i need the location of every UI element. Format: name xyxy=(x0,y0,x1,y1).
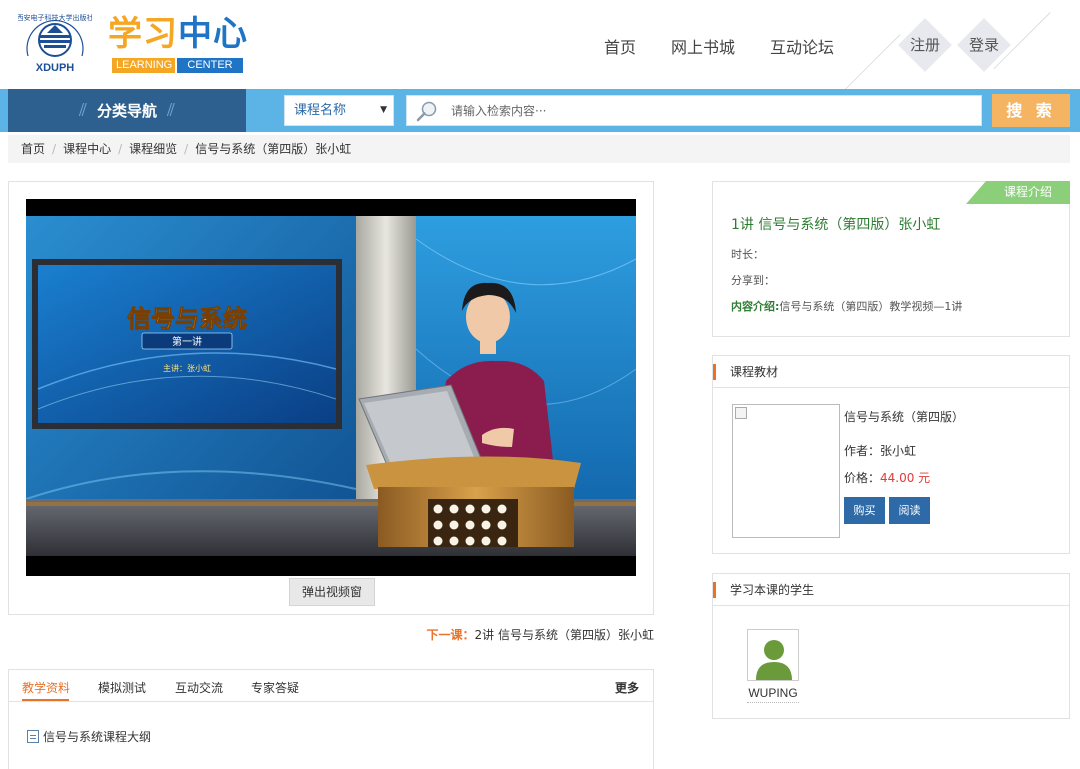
slash-decoration-left: ⫽ xyxy=(78,100,87,121)
students-panel: 学习本课的学生 WUPING xyxy=(712,573,1070,719)
students-heading: 学习本课的学生 xyxy=(713,574,1069,606)
logo-en-part1: LEARNING xyxy=(112,58,175,73)
video-frame: 信号与系统 第一讲 主讲：张小虹 xyxy=(26,199,636,576)
breadcrumb-home[interactable]: 首页 xyxy=(21,142,45,156)
slide-title: 信号与系统 xyxy=(127,305,247,333)
buy-button[interactable]: 购买 xyxy=(844,497,885,524)
decorative-divider xyxy=(843,34,901,92)
learning-center-logo[interactable]: 学习中心 xyxy=(108,14,248,54)
nav-bookstore[interactable]: 网上书城 xyxy=(671,34,735,58)
search-bar: ⫽ 分类导航 ⫽ 课程名称 ▼ 搜 索 xyxy=(0,89,1080,132)
price-label: 价格： xyxy=(844,471,881,485)
course-intro-flag: 课程介绍 xyxy=(966,181,1070,204)
student-avatar[interactable] xyxy=(747,629,799,681)
search-icon[interactable] xyxy=(415,100,439,122)
next-lesson-title: 2讲 信号与系统（第四版）张小虹 xyxy=(474,628,654,642)
share-label: 分享到： xyxy=(731,274,775,287)
dropdown-arrow-icon: ▼ xyxy=(380,105,387,115)
category-nav-label: 分类导航 xyxy=(96,102,157,120)
logo-cn-part1: 学习 xyxy=(108,14,178,54)
book-author: 作者：张小虹 xyxy=(844,444,917,458)
logo-abbreviation: XDUPH xyxy=(35,62,75,74)
nav-forum[interactable]: 互动论坛 xyxy=(770,34,834,58)
nav-home[interactable]: 首页 xyxy=(604,34,636,58)
category-nav-button[interactable]: ⫽ 分类导航 ⫽ xyxy=(8,89,246,132)
video-player[interactable]: 信号与系统 第一讲 主讲：张小虹 xyxy=(26,199,636,576)
document-link[interactable]: 信号与系统课程大纲 xyxy=(27,728,151,745)
breadcrumb-separator: / xyxy=(184,142,189,156)
course-intro-panel: 课程介绍 1讲 信号与系统（第四版）张小虹 时长： 分享到： 内容介绍:信号与系… xyxy=(712,181,1070,337)
book-cover-image[interactable] xyxy=(732,404,840,538)
book-title[interactable]: 信号与系统（第四版） xyxy=(844,408,964,425)
logo-cn-part2: 中心 xyxy=(178,14,248,54)
flag-label: 课程介绍 xyxy=(986,181,1070,204)
svg-text:西安电子科技大学出版社: 西安电子科技大学出版社 xyxy=(18,13,92,22)
read-button[interactable]: 阅读 xyxy=(889,497,930,524)
tab-teaching-materials[interactable]: 教学资料 xyxy=(22,679,70,696)
active-tab-indicator xyxy=(22,699,69,701)
resources-panel: 教学资料 模拟测试 互动交流 专家答疑 更多 信号与系统课程大纲 xyxy=(8,669,654,769)
content-intro-label: 内容介绍: xyxy=(731,300,780,313)
default-user-avatar-icon xyxy=(748,630,798,680)
register-label: 注册 xyxy=(909,36,940,54)
search-box xyxy=(406,95,982,126)
popup-video-button[interactable]: 弹出视频窗 xyxy=(289,578,375,606)
slide-lecture: 第一讲 xyxy=(172,335,202,348)
next-lesson[interactable]: 下一课：2讲 信号与系统（第四版）张小虹 xyxy=(427,626,654,643)
student-name[interactable]: WUPING xyxy=(747,686,799,703)
logo-en-strip: LEARNING CENTER xyxy=(112,58,243,73)
slide-speaker: 主讲：张小虹 xyxy=(163,363,211,373)
breadcrumb: 首页 / 课程中心 / 课程细览 / 信号与系统（第四版）张小虹 xyxy=(8,135,1070,163)
site-header: 西安电子科技大学出版社 XDUPH 学习中心 LEARNING CENTER 首… xyxy=(0,0,1080,92)
course-title: 1讲 信号与系统（第四版）张小虹 xyxy=(731,217,941,233)
content-intro-text: 信号与系统（第四版）教学视频—1讲 xyxy=(779,300,963,313)
register-button[interactable]: 注册 xyxy=(898,18,952,72)
content-intro: 内容介绍:信号与系统（第四版）教学视频—1讲 xyxy=(731,298,962,314)
price-value: 44.00 元 xyxy=(880,471,931,485)
flag-triangle xyxy=(966,181,986,204)
duration-label: 时长： xyxy=(731,248,764,261)
breadcrumb-course-center[interactable]: 课程中心 xyxy=(63,142,111,156)
document-title: 信号与系统课程大纲 xyxy=(43,730,152,744)
video-panel: 信号与系统 第一讲 主讲：张小虹 弹出视频窗 xyxy=(8,181,654,615)
textbook-heading: 课程教材 xyxy=(713,356,1069,388)
login-button[interactable]: 登录 xyxy=(957,18,1011,72)
textbook-panel: 课程教材 信号与系统（第四版） 作者：张小虹 价格：44.00 元 购买 阅读 xyxy=(712,355,1070,554)
search-button[interactable]: 搜 索 xyxy=(992,94,1070,127)
tab-mock-test[interactable]: 模拟测试 xyxy=(98,679,146,696)
tab-expert-qa[interactable]: 专家答疑 xyxy=(251,679,299,696)
breadcrumb-separator: / xyxy=(52,142,57,156)
document-icon xyxy=(27,730,39,743)
more-link[interactable]: 更多 xyxy=(615,679,639,696)
book-price: 价格：44.00 元 xyxy=(844,469,930,486)
search-type-value: 课程名称 xyxy=(294,103,347,118)
resource-tabs: 教学资料 模拟测试 互动交流 专家答疑 更多 xyxy=(9,670,653,702)
breadcrumb-current: 信号与系统（第四版）张小虹 xyxy=(195,142,352,156)
next-lesson-label: 下一课： xyxy=(426,628,475,642)
broken-image-icon xyxy=(735,407,747,419)
breadcrumb-course-detail[interactable]: 课程细览 xyxy=(129,142,177,156)
logo-en-part2: CENTER xyxy=(177,58,243,73)
login-label: 登录 xyxy=(968,36,999,54)
breadcrumb-separator: / xyxy=(118,142,123,156)
search-type-select[interactable]: 课程名称 ▼ xyxy=(284,95,394,126)
slash-decoration-right: ⫽ xyxy=(167,100,176,121)
search-input[interactable] xyxy=(451,100,971,122)
tab-interaction[interactable]: 互动交流 xyxy=(175,679,223,696)
